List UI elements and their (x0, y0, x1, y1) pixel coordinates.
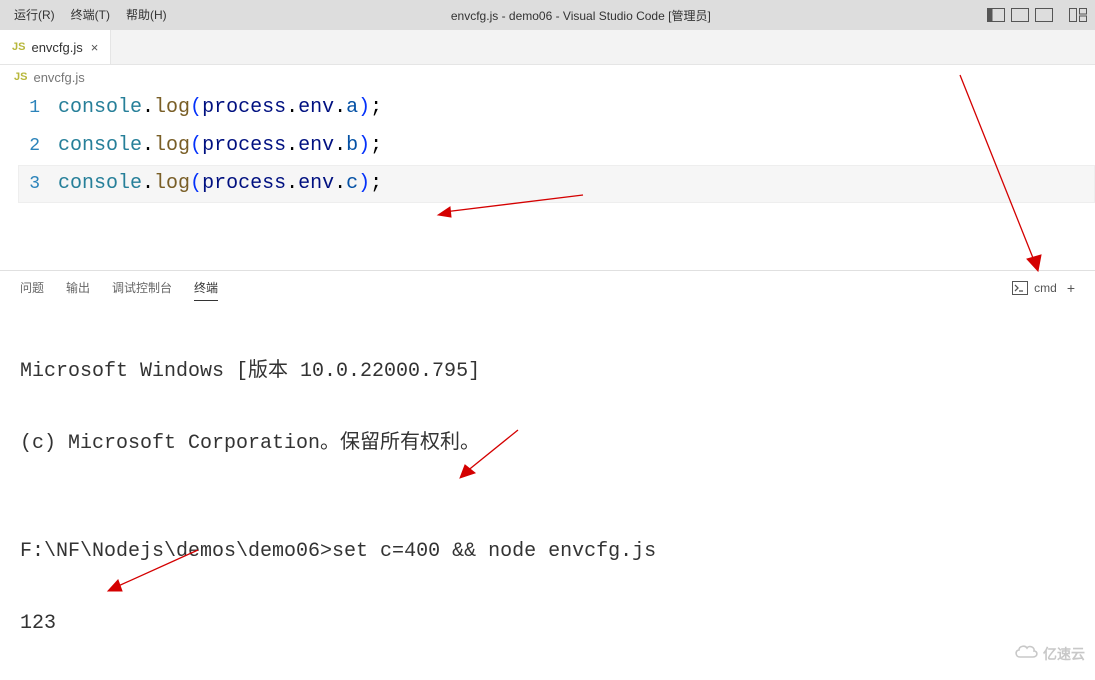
panel-tab-output[interactable]: 输出 (66, 275, 90, 300)
js-file-icon: JS (12, 41, 25, 53)
code-text: console.log(process.env.b); (58, 127, 382, 165)
code-line[interactable]: 2 console.log(process.env.b); (18, 127, 1095, 165)
watermark-text: 亿速云 (1043, 638, 1085, 674)
code-text: console.log(process.env.c); (58, 165, 382, 203)
panel-tab-terminal[interactable]: 终端 (194, 275, 218, 301)
menu-terminal-label: 终端(T) (71, 8, 110, 22)
terminal-line: Microsoft Windows [版本 10.0.22000.795] (20, 354, 1075, 390)
menu-terminal[interactable]: 终端(T) (63, 0, 118, 30)
layout-right-icon[interactable] (1035, 8, 1053, 22)
watermark: 亿速云 (1013, 638, 1085, 674)
code-line[interactable]: 3 console.log(process.env.c); (18, 165, 1095, 203)
line-number: 3 (18, 165, 58, 203)
breadcrumb-file: envcfg.js (33, 70, 84, 85)
menu-run[interactable]: 运行(R) (6, 0, 63, 30)
tab-envcfg[interactable]: JS envcfg.js × (0, 30, 111, 64)
cloud-icon (1013, 638, 1039, 674)
terminal-shell-name: cmd (1034, 281, 1057, 295)
tab-label: envcfg.js (31, 40, 82, 55)
annotation-arrow (410, 394, 528, 535)
window-title: envcfg.js - demo06 - Visual Studio Code … (175, 7, 987, 24)
titlebar: 运行(R) 终端(T) 帮助(H) envcfg.js - demo06 - V… (0, 0, 1095, 30)
layout-left-icon[interactable] (987, 8, 1005, 22)
editor-tabbar: JS envcfg.js × (0, 30, 1095, 65)
editor: JS envcfg.js 1 console.log(process.env.a… (0, 65, 1095, 270)
menu-help[interactable]: 帮助(H) (118, 0, 175, 30)
terminal-selector[interactable]: cmd + (1012, 280, 1075, 296)
code-text: console.log(process.env.a); (58, 89, 382, 127)
menu-help-label: 帮助(H) (126, 8, 167, 22)
close-icon[interactable]: × (89, 41, 101, 54)
titlebar-right-icons (987, 8, 1095, 22)
panel-tab-debug[interactable]: 调试控制台 (112, 275, 172, 300)
terminal-line: 123 (20, 606, 1075, 642)
plus-icon[interactable]: + (1063, 280, 1075, 296)
terminal-line: F:\NF\Nodejs\demos\demo06>set c=400 && n… (20, 534, 1075, 570)
line-number: 2 (18, 127, 58, 165)
code-area[interactable]: 1 console.log(process.env.a); 2 console.… (0, 89, 1095, 203)
js-file-icon: JS (14, 71, 27, 83)
terminal[interactable]: Microsoft Windows [版本 10.0.22000.795] (c… (0, 304, 1095, 680)
line-number: 1 (18, 89, 58, 127)
terminal-line: (c) Microsoft Corporation。保留所有权利。 (20, 426, 1075, 462)
bottom-panel-tabs: 问题 输出 调试控制台 终端 cmd + (0, 270, 1095, 304)
panel-tab-problems[interactable]: 问题 (20, 275, 44, 300)
menu-run-label: 运行(R) (14, 8, 55, 22)
layout-bottom-icon[interactable] (1011, 8, 1029, 22)
customize-layout-icon[interactable] (1069, 8, 1087, 22)
menu-bar: 运行(R) 终端(T) 帮助(H) (0, 0, 175, 30)
terminal-icon (1012, 281, 1028, 295)
code-line[interactable]: 1 console.log(process.env.a); (18, 89, 1095, 127)
breadcrumb[interactable]: JS envcfg.js (0, 65, 1095, 89)
